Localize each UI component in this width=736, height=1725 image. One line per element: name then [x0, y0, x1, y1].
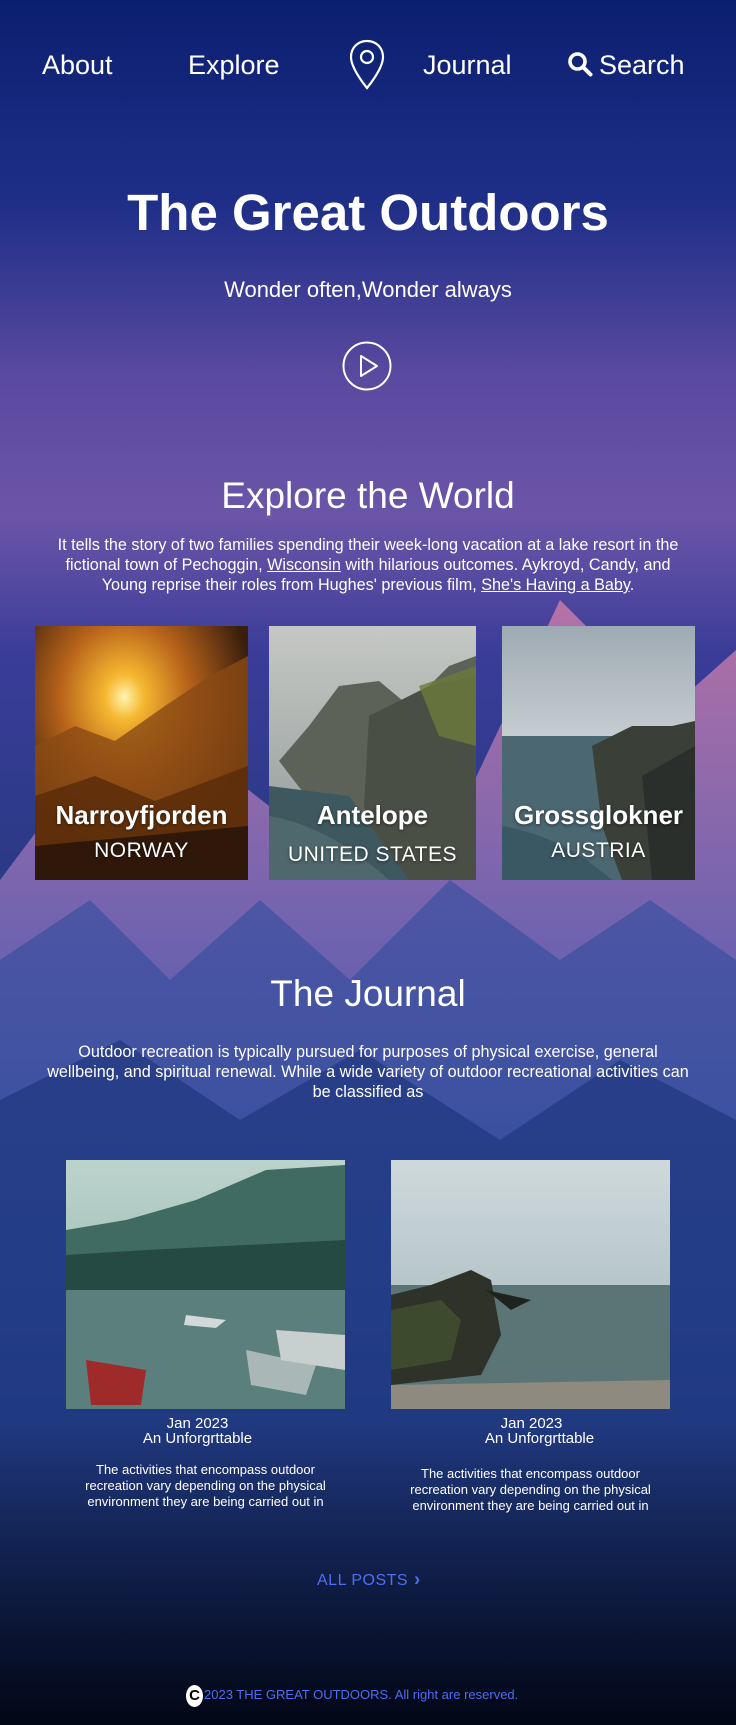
explore-text-3: . [629, 576, 635, 594]
explore-title: Explore the World [221, 475, 515, 516]
wisconsin-link[interactable]: Wisconsin [267, 556, 341, 574]
card-country: AUSTRIA [551, 839, 646, 862]
copyright-icon: C [186, 1684, 203, 1707]
play-icon [342, 341, 392, 391]
destination-card-grossglokner[interactable]: Grossglokner AUSTRIA [502, 626, 695, 880]
post-description: The activities that encompass outdoor re… [410, 1466, 651, 1513]
all-posts-label: ALL POSTS [317, 1572, 409, 1589]
lake-boats-photo[interactable] [66, 1160, 345, 1409]
card-country: UNITED STATES [287, 843, 458, 866]
search-label: Search [599, 50, 685, 80]
map-pin-icon[interactable] [348, 38, 386, 92]
nav-search[interactable]: Search [567, 48, 685, 82]
search-icon [568, 52, 593, 77]
nav-about[interactable]: About [42, 48, 113, 82]
hero-title: The Great Outdoors [127, 184, 609, 241]
journal-paragraph: Outdoor recreation is typically pursued … [47, 1043, 689, 1101]
card-country: NORWAY [94, 839, 189, 862]
chevron-right-icon: › [414, 1568, 421, 1590]
nav-journal[interactable]: Journal [423, 48, 512, 82]
card-name: Narroyfjorden [55, 800, 228, 830]
shes-having-a-baby-link[interactable]: She's Having a Baby [481, 576, 630, 594]
play-button[interactable] [342, 341, 392, 391]
card-name: Antelope [316, 800, 429, 830]
footer-text: 2023 THE GREAT OUTDOORS. All right are r… [204, 1687, 519, 1702]
journal-title: The Journal [270, 973, 466, 1014]
footer: C 2023 THE GREAT OUTDOORS. All right are … [186, 1684, 518, 1707]
post-description: The activities that encompass outdoor re… [85, 1462, 326, 1509]
destination-card-narroyfjorden[interactable]: Narroyfjorden NORWAY [35, 626, 248, 880]
coastal-lighthouse-photo[interactable] [391, 1160, 670, 1409]
all-posts-link[interactable]: ALL POSTS › [317, 1568, 421, 1592]
destination-card-antelope[interactable]: Antelope UNITED STATES [269, 626, 476, 880]
hero-subtitle: Wonder often,Wonder always [224, 277, 512, 302]
explore-paragraph: It tells the story of two families spend… [44, 535, 692, 595]
post-title[interactable]: An Unforgrttable [58, 1431, 337, 1447]
card-name: Grossglokner [513, 800, 684, 830]
nav-explore[interactable]: Explore [188, 48, 280, 82]
post-title[interactable]: An Unforgrttable [400, 1431, 679, 1447]
